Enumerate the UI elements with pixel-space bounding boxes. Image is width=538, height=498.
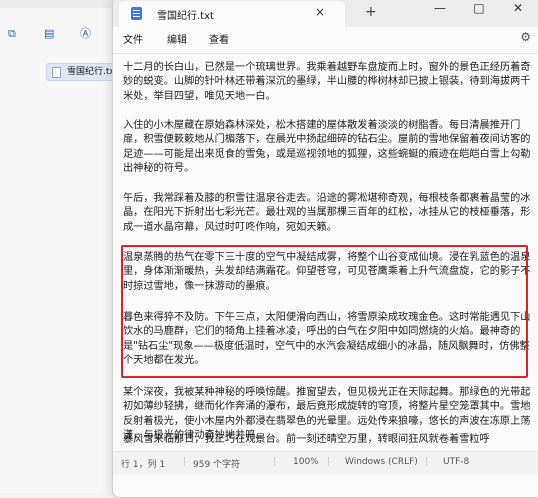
- document-tab[interactable]: 雪国纪行.txt ×: [119, 1, 345, 27]
- title-bar: 雪国纪行.txt × + — □ ✕: [113, 0, 538, 27]
- text-file-icon: [52, 67, 61, 78]
- menu-file[interactable]: 文件: [123, 31, 143, 46]
- menu-divider: [113, 53, 538, 54]
- line-ending[interactable]: Windows (CRLF): [345, 457, 418, 467]
- paragraph-3: 午后，我常踩着及膝的积雪往温泉谷走去。沿途的雾凇堪称奇观，每根枝条都裹着晶莹的冰…: [123, 193, 531, 233]
- paragraph-2: 入住的小木屋藏在原始森林深处，松木搭建的屋体散发着淡淡的树脂香。每日清晨推开门扉…: [123, 120, 531, 174]
- rename-icon[interactable]: Ⓐ: [80, 28, 92, 40]
- maximize-button[interactable]: □: [462, 0, 496, 19]
- cursor-position: 行 1，列 1: [121, 460, 166, 470]
- paragraph-7: 暴风雪来临那日，我正巧在观景台。前一刻还晴空万里，转眼间狂风就卷着雪粒呼: [123, 434, 490, 445]
- paragraph-1: 十二月的长白山，已然是一个琉璃世界。我乘着越野车盘旋而上时，窗外的景色正经历着奇…: [123, 62, 531, 102]
- notepad-window: 雪国纪行.txt × + — □ ✕ 文件 编辑 查看 ⚙ 十二月的长白山，已然…: [112, 0, 538, 498]
- close-button[interactable]: ✕: [501, 0, 535, 19]
- explorer-toolbar: ⧉ ▤ Ⓐ: [0, 22, 120, 44]
- notepad-app-icon: [131, 7, 142, 20]
- character-count: 959 个字符: [193, 460, 241, 470]
- red-highlight-box: [121, 245, 528, 378]
- status-separator: |: [273, 457, 277, 467]
- paste-icon[interactable]: ▤: [44, 28, 56, 40]
- tab-title: 雪国纪行.txt: [157, 11, 214, 22]
- menu-view[interactable]: 查看: [209, 31, 229, 46]
- menu-edit[interactable]: 编辑: [167, 31, 187, 46]
- menu-bar: 文件 编辑 查看 ⚙: [113, 27, 538, 53]
- status-separator: |: [327, 457, 331, 467]
- new-tab-button[interactable]: +: [365, 5, 377, 19]
- window-controls: — □ ✕: [423, 0, 535, 23]
- zoom-level[interactable]: 100%: [293, 457, 319, 467]
- minimize-button[interactable]: —: [423, 0, 457, 19]
- status-separator: |: [183, 457, 187, 467]
- copy-icon[interactable]: ⧉: [8, 28, 20, 40]
- tab-close-icon[interactable]: ×: [315, 5, 325, 19]
- settings-gear-icon[interactable]: ⚙: [520, 30, 531, 44]
- status-bar: 行 1，列 1 | 959 个字符 | 100% | Windows (CRLF…: [113, 451, 538, 474]
- explorer-titlebar: [0, 0, 120, 8]
- status-separator: |: [425, 457, 429, 467]
- encoding[interactable]: UTF-8: [443, 457, 469, 467]
- text-editor[interactable]: 十二月的长白山，已然是一个琉璃世界。我乘着越野车盘旋而上时，窗外的景色正经历着奇…: [113, 61, 538, 461]
- explorer-file-name: 雪国纪行.txt: [67, 67, 119, 77]
